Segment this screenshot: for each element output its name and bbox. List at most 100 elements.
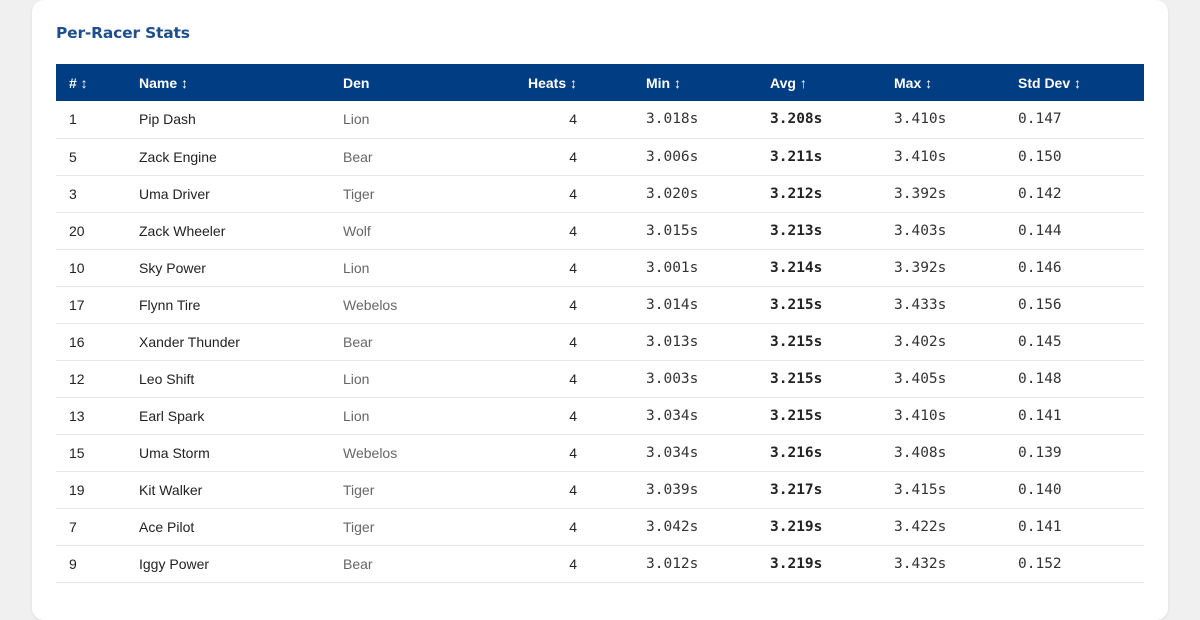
- max-time-cell: 3.392s: [894, 259, 947, 276]
- section-title: Per-Racer Stats: [56, 24, 190, 42]
- max-time-cell: 3.415s: [894, 481, 947, 498]
- min-time-cell: 3.006s: [646, 148, 699, 165]
- racer-name-cell: Uma Storm: [139, 444, 210, 461]
- heats-cell: 4: [569, 259, 577, 276]
- avg-time-cell: 3.214s: [770, 259, 823, 276]
- avg-time-cell: 3.217s: [770, 481, 823, 498]
- avg-time-cell: 3.219s: [770, 555, 823, 572]
- den-cell: Lion: [343, 370, 370, 387]
- racer-number-cell: 20: [69, 222, 85, 239]
- racer-number-cell: 16: [69, 333, 85, 350]
- racer-name-cell: Leo Shift: [139, 370, 195, 387]
- table-row: 13 Earl Spark Lion 4 3.034s 3.215s 3.410s 0.141: [56, 397, 1144, 434]
- avg-time-cell: 3.216s: [770, 444, 823, 461]
- table-row: 20 Zack Wheeler Wolf 4 3.015s 3.213s 3.403s 0.1…: [56, 212, 1144, 249]
- table-row: 10 Sky Power Lion 4 3.001s 3.214s 3.392s 0.146: [56, 249, 1144, 286]
- sort-by-avg-header[interactable]: Avg ↑: [757, 64, 881, 101]
- sort-by-heats-header[interactable]: Heats ↕: [440, 64, 633, 101]
- den-cell: Lion: [343, 407, 370, 424]
- racer-number-cell: 3: [69, 185, 77, 202]
- avg-time-cell: 3.219s: [770, 518, 823, 535]
- avg-time-cell: 3.215s: [770, 333, 823, 350]
- table-row: 5 Zack Engine Bear 4 3.006s 3.211s 3.410s 0.150: [56, 138, 1144, 175]
- den-cell: Webelos: [343, 296, 398, 313]
- max-time-cell: 3.410s: [894, 407, 947, 424]
- sort-by-max-header[interactable]: Max ↕: [881, 64, 1005, 101]
- avg-time-cell: 3.208s: [770, 111, 823, 128]
- table-row: 19 Kit Walker Tiger 4 3.039s 3.217s 3.415s 0.14…: [56, 471, 1144, 508]
- heats-cell: 4: [569, 222, 577, 239]
- heats-cell: 4: [569, 185, 577, 202]
- min-time-cell: 3.003s: [646, 370, 699, 387]
- heats-cell: 4: [569, 481, 577, 498]
- max-time-cell: 3.405s: [894, 370, 947, 387]
- racer-number-cell: 1: [69, 111, 77, 128]
- racer-name-cell: Ace Pilot: [139, 518, 195, 535]
- racer-name-cell: Zack Wheeler: [139, 222, 226, 239]
- racer-name-cell: Earl Spark: [139, 407, 205, 424]
- table-header-row: # ↕ Name ↕ Den Heats ↕ Min ↕ Avg ↑ Max ↕…: [56, 64, 1144, 101]
- den-cell: Lion: [343, 259, 370, 276]
- table-row: 17 Flynn Tire Webelos 4 3.014s 3.215s 3.433s 0.…: [56, 286, 1144, 323]
- avg-time-cell: 3.215s: [770, 296, 823, 313]
- max-time-cell: 3.410s: [894, 148, 947, 165]
- max-time-cell: 3.402s: [894, 333, 947, 350]
- std-dev-cell: 0.145: [1018, 333, 1062, 350]
- table-row: 16 Xander Thunder Bear 4 3.013s 3.215s 3.402s 0…: [56, 323, 1144, 360]
- std-dev-cell: 0.152: [1018, 555, 1062, 572]
- min-time-cell: 3.001s: [646, 259, 699, 276]
- min-time-cell: 3.039s: [646, 481, 699, 498]
- per-racer-stats-card: Per-Racer Stats # ↕ Name ↕ Den Heats ↕ M…: [32, 0, 1168, 620]
- heats-cell: 4: [569, 296, 577, 313]
- avg-time-cell: 3.215s: [770, 370, 823, 387]
- std-dev-cell: 0.147: [1018, 111, 1062, 128]
- racer-stats-table: # ↕ Name ↕ Den Heats ↕ Min ↕ Avg ↑ Max ↕…: [56, 64, 1144, 583]
- heats-cell: 4: [569, 333, 577, 350]
- avg-time-cell: 3.215s: [770, 407, 823, 424]
- den-cell: Lion: [343, 111, 370, 128]
- heats-cell: 4: [569, 148, 577, 165]
- std-dev-cell: 0.148: [1018, 370, 1062, 387]
- std-dev-cell: 0.142: [1018, 185, 1062, 202]
- avg-time-cell: 3.213s: [770, 222, 823, 239]
- table-body: 1 Pip Dash Lion 4 3.018s 3.208s 3.410s 0.147 5 Za…: [56, 101, 1144, 582]
- racer-name-cell: Kit Walker: [139, 481, 203, 498]
- max-time-cell: 3.433s: [894, 296, 947, 313]
- std-dev-cell: 0.150: [1018, 148, 1062, 165]
- den-cell: Bear: [343, 555, 373, 572]
- racer-name-cell: Uma Driver: [139, 185, 210, 202]
- racer-name-cell: Zack Engine: [139, 148, 217, 165]
- min-time-cell: 3.013s: [646, 333, 699, 350]
- racer-number-cell: 7: [69, 518, 77, 535]
- min-time-cell: 3.012s: [646, 555, 699, 572]
- sort-by-min-header[interactable]: Min ↕: [633, 64, 757, 101]
- racer-name-cell: Xander Thunder: [139, 333, 240, 350]
- heats-cell: 4: [569, 407, 577, 424]
- sort-by-std-dev-header[interactable]: Std Dev ↕: [1005, 64, 1144, 101]
- std-dev-cell: 0.139: [1018, 444, 1062, 461]
- den-cell: Webelos: [343, 444, 398, 461]
- heats-cell: 4: [569, 111, 577, 128]
- heats-cell: 4: [569, 444, 577, 461]
- sort-by-name-header[interactable]: Name ↕: [126, 64, 330, 101]
- table-row: 1 Pip Dash Lion 4 3.018s 3.208s 3.410s 0.147: [56, 101, 1144, 138]
- sort-by-number-header[interactable]: # ↕: [56, 64, 126, 101]
- racer-number-cell: 13: [69, 407, 85, 424]
- avg-time-cell: 3.211s: [770, 148, 823, 165]
- den-cell: Tiger: [343, 518, 375, 535]
- min-time-cell: 3.042s: [646, 518, 699, 535]
- min-time-cell: 3.034s: [646, 407, 699, 424]
- racer-name-cell: Flynn Tire: [139, 296, 201, 313]
- std-dev-cell: 0.146: [1018, 259, 1062, 276]
- den-header: Den: [343, 74, 370, 91]
- table-row: 12 Leo Shift Lion 4 3.003s 3.215s 3.405s 0.148: [56, 360, 1144, 397]
- std-dev-cell: 0.144: [1018, 222, 1062, 239]
- heats-cell: 4: [569, 555, 577, 572]
- min-time-cell: 3.014s: [646, 296, 699, 313]
- den-cell: Bear: [343, 148, 373, 165]
- max-time-cell: 3.408s: [894, 444, 947, 461]
- max-time-cell: 3.410s: [894, 111, 947, 128]
- max-time-cell: 3.422s: [894, 518, 947, 535]
- heats-cell: 4: [569, 518, 577, 535]
- racer-number-cell: 12: [69, 370, 85, 387]
